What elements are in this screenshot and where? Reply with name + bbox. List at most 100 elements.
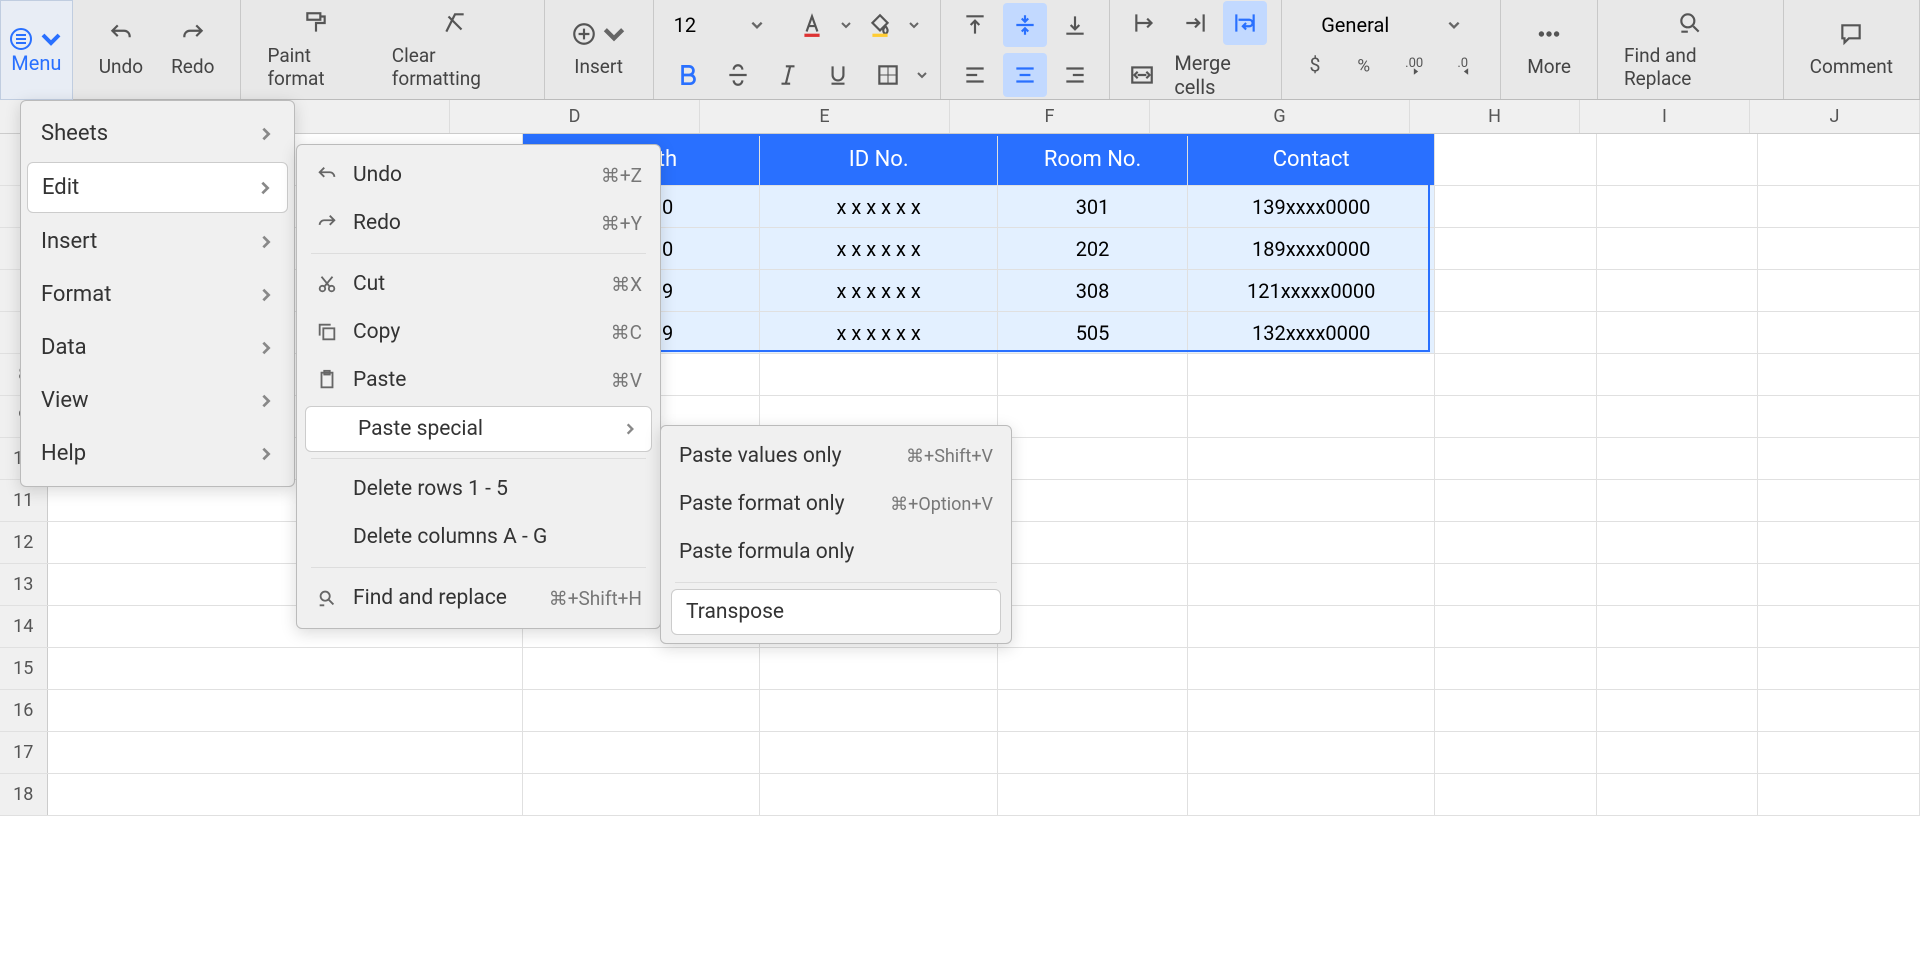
table-cell[interactable] (1435, 480, 1597, 521)
table-cell[interactable] (1597, 354, 1759, 395)
row-header[interactable]: 17 (0, 732, 48, 773)
table-cell[interactable] (998, 690, 1188, 731)
column-header[interactable]: G (1150, 100, 1410, 133)
font-size-select[interactable]: 12 (674, 13, 764, 37)
menu-paste-values[interactable]: Paste values only ⌘+Shift+V (661, 432, 1011, 480)
table-header-cell[interactable]: Contact (1188, 134, 1435, 185)
align-center-button[interactable] (1003, 53, 1047, 97)
borders-button[interactable] (866, 53, 910, 97)
align-right-button[interactable] (1053, 53, 1097, 97)
table-cell[interactable]: 301 (998, 186, 1188, 227)
table-cell[interactable] (1597, 732, 1759, 773)
row-header[interactable]: 16 (0, 690, 48, 731)
insert-button[interactable]: Insert (557, 0, 641, 99)
strikethrough-button[interactable] (716, 53, 760, 97)
table-cell[interactable] (760, 732, 998, 773)
table-cell[interactable] (998, 774, 1188, 815)
chevron-down-icon[interactable] (908, 19, 920, 31)
table-cell[interactable] (1758, 690, 1920, 731)
chevron-down-icon[interactable] (840, 19, 852, 31)
table-cell[interactable] (1435, 648, 1597, 689)
main-menu-item-view[interactable]: View (21, 374, 294, 427)
table-cell[interactable] (1188, 732, 1435, 773)
menu-paste-format[interactable]: Paste format only ⌘+Option+V (661, 480, 1011, 528)
bold-button[interactable] (666, 53, 710, 97)
column-header[interactable]: I (1580, 100, 1750, 133)
table-header-cell[interactable]: Room No. (998, 134, 1188, 185)
table-cell[interactable] (998, 564, 1188, 605)
table-cell[interactable] (523, 732, 761, 773)
row-header[interactable]: 14 (0, 606, 48, 647)
table-cell[interactable] (998, 522, 1188, 563)
table-cell[interactable] (998, 396, 1188, 437)
table-cell[interactable] (998, 732, 1188, 773)
table-cell[interactable] (760, 354, 998, 395)
table-cell[interactable] (1597, 396, 1759, 437)
table-cell[interactable] (1435, 690, 1597, 731)
table-cell[interactable] (1188, 354, 1435, 395)
wrap-clip-button[interactable] (1173, 1, 1217, 45)
valign-bottom-button[interactable] (1053, 3, 1097, 47)
undo-button[interactable]: Undo (85, 0, 157, 99)
table-cell[interactable] (1435, 564, 1597, 605)
table-cell[interactable]: x x x x x x (760, 186, 998, 227)
table-cell[interactable] (998, 354, 1188, 395)
table-cell[interactable] (1188, 690, 1435, 731)
table-cell[interactable] (1435, 732, 1597, 773)
column-header[interactable]: J (1750, 100, 1920, 133)
font-color-button[interactable] (790, 3, 834, 47)
table-cell[interactable]: x x x x x x (760, 270, 998, 311)
chevron-down-icon[interactable] (916, 69, 928, 81)
table-cell[interactable] (1188, 606, 1435, 647)
menu-delete-columns[interactable]: Delete columns A - G (297, 513, 660, 561)
table-cell[interactable] (1188, 522, 1435, 563)
menu-paste-special[interactable]: Paste special (305, 406, 652, 452)
number-format-select[interactable]: General (1321, 13, 1461, 37)
row-header[interactable]: 13 (0, 564, 48, 605)
clear-formatting-button[interactable]: Clear formatting (378, 0, 532, 99)
main-menu-item-sheets[interactable]: Sheets (21, 107, 294, 160)
main-menu-item-edit[interactable]: Edit (27, 162, 288, 213)
table-cell[interactable] (1435, 522, 1597, 563)
table-cell[interactable] (1758, 354, 1920, 395)
menu-paste[interactable]: Paste ⌘V (297, 356, 660, 404)
table-cell[interactable] (523, 774, 761, 815)
main-menu-item-help[interactable]: Help (21, 427, 294, 480)
table-cell[interactable] (1188, 774, 1435, 815)
table-cell[interactable] (760, 648, 998, 689)
main-menu-item-format[interactable]: Format (21, 268, 294, 321)
main-menu-item-insert[interactable]: Insert (21, 215, 294, 268)
decrease-decimal-button[interactable]: .00 (1394, 43, 1438, 87)
menu-copy[interactable]: Copy ⌘C (297, 308, 660, 356)
valign-top-button[interactable] (953, 3, 997, 47)
table-cell[interactable]: 139xxxx0000 (1188, 186, 1435, 227)
table-cell[interactable]: 132xxxx0000 (1188, 312, 1435, 353)
valign-middle-button[interactable] (1003, 3, 1047, 47)
fill-color-button[interactable] (858, 3, 902, 47)
table-cell[interactable] (1435, 606, 1597, 647)
row-header[interactable]: 12 (0, 522, 48, 563)
menu-delete-rows[interactable]: Delete rows 1 - 5 (297, 465, 660, 513)
table-header-cell[interactable]: ID No. (760, 134, 998, 185)
menu-undo[interactable]: Undo ⌘+Z (297, 151, 660, 199)
table-cell[interactable] (1758, 564, 1920, 605)
table-cell[interactable] (1758, 522, 1920, 563)
menu-paste-formula[interactable]: Paste formula only (661, 528, 1011, 576)
table-cell[interactable] (1758, 732, 1920, 773)
table-cell[interactable] (1597, 690, 1759, 731)
redo-button[interactable]: Redo (157, 0, 228, 99)
increase-decimal-button[interactable]: .0 (1444, 43, 1488, 87)
table-cell[interactable] (1597, 774, 1759, 815)
table-cell[interactable]: x x x x x x (760, 228, 998, 269)
table-cell[interactable] (760, 774, 998, 815)
table-cell[interactable] (998, 606, 1188, 647)
table-cell[interactable]: 308 (998, 270, 1188, 311)
table-cell[interactable]: 505 (998, 312, 1188, 353)
column-header[interactable]: H (1410, 100, 1580, 133)
table-cell[interactable] (1758, 606, 1920, 647)
table-cell[interactable]: x x x x x x (760, 312, 998, 353)
table-cell[interactable]: 121xxxxx0000 (1188, 270, 1435, 311)
find-replace-button[interactable]: Find and Replace (1610, 0, 1771, 99)
table-cell[interactable] (1597, 480, 1759, 521)
table-cell[interactable]: 202 (998, 228, 1188, 269)
